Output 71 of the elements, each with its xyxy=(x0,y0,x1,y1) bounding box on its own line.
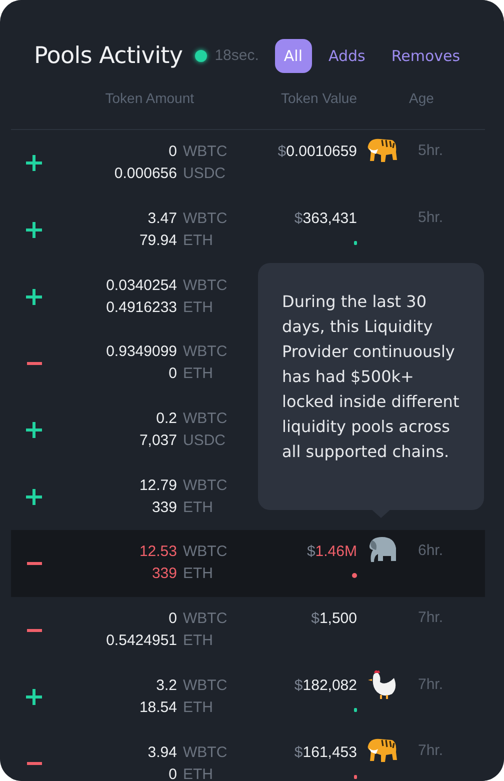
token-amount: 0 xyxy=(168,764,177,781)
token-symbol: ETH xyxy=(183,498,214,518)
token-amount: 3.2 xyxy=(155,676,177,696)
token-amount: 0.2 xyxy=(155,409,177,430)
minus-icon xyxy=(27,628,42,632)
column-header: Token Amount xyxy=(104,89,194,108)
token-amount: 0 xyxy=(168,364,177,384)
tooltip: During the last 30 days, this Liquidity Provider continuously has had $500k+ locked inside different liquidity pools across all supported chains. xyxy=(258,263,484,510)
token-symbol: WBTC xyxy=(183,142,228,162)
plus-icon xyxy=(25,688,43,706)
token-amount: 0.9349099 xyxy=(105,342,177,362)
token-symbol: WBTC xyxy=(183,276,228,296)
token-amount: 339 xyxy=(150,498,177,518)
plus-icon xyxy=(25,154,43,172)
token-symbol: WBTC xyxy=(183,742,228,763)
token-symbol: ETH xyxy=(183,631,214,652)
token-symbol: ETH xyxy=(183,364,214,384)
token-amount: 79.94 xyxy=(138,231,177,252)
token-value: $161,453 xyxy=(293,742,357,763)
token-amount: 12.53 xyxy=(138,542,177,562)
token-symbol: ETH xyxy=(183,231,214,252)
minus-icon xyxy=(27,762,42,766)
token-value: $0.0010659 xyxy=(276,142,357,162)
filter-tab[interactable]: Adds xyxy=(320,38,374,74)
token-symbol: WBTC xyxy=(183,342,228,362)
column-header: Age xyxy=(409,89,435,108)
plus-icon xyxy=(25,221,43,240)
age-text: 7hr. xyxy=(417,674,444,694)
token-amount: 0.4916233 xyxy=(105,298,177,318)
token-amount: 7,037 xyxy=(138,431,177,452)
token-value: $363,431 xyxy=(293,209,357,230)
token-amount: 3.94 xyxy=(146,742,177,763)
plus-icon xyxy=(25,288,43,306)
token-symbol: WBTC xyxy=(183,209,228,230)
token-amount: 18.54 xyxy=(138,698,177,718)
minus-icon xyxy=(27,362,42,365)
token-amount: 0.5424951 xyxy=(105,631,177,652)
update-time: 18sec. xyxy=(214,46,259,66)
plus-icon xyxy=(25,488,43,506)
token-symbol: USDC xyxy=(183,164,227,184)
age-text: 6hr. xyxy=(417,541,444,562)
token-value: $1.46M xyxy=(306,542,357,562)
token-amount: 0 xyxy=(168,609,177,630)
token-symbol: WBTC xyxy=(183,609,228,630)
token-amount: 0.0340254 xyxy=(105,276,177,296)
age-text: 7hr. xyxy=(417,608,444,628)
age-text: 7hr. xyxy=(417,741,444,762)
token-amount: 12.79 xyxy=(138,476,177,496)
plus-icon xyxy=(25,421,43,440)
column-header: Token Value xyxy=(280,89,357,108)
age-text: 5hr. xyxy=(417,141,444,161)
token-symbol: WBTC xyxy=(183,542,228,562)
token-value: $1,500 xyxy=(310,609,357,630)
token-amount: 3.47 xyxy=(146,209,177,230)
minus-icon xyxy=(27,562,42,565)
token-amount: 0.000656 xyxy=(113,164,177,184)
token-symbol: WBTC xyxy=(183,409,228,430)
token-symbol: ETH xyxy=(183,764,214,781)
token-amount: 339 xyxy=(150,564,177,584)
filter-tab[interactable]: Removes xyxy=(382,38,470,74)
token-symbol: WBTC xyxy=(183,476,228,496)
filter-tab[interactable]: All xyxy=(274,38,312,74)
token-symbol: USDC xyxy=(183,431,227,452)
age-text: 5hr. xyxy=(417,208,444,228)
panel-title: Pools Activity xyxy=(34,42,183,71)
token-symbol: ETH xyxy=(183,564,214,584)
token-amount: 0 xyxy=(168,142,177,162)
token-symbol: ETH xyxy=(183,298,214,318)
token-symbol: ETH xyxy=(183,698,214,718)
token-symbol: WBTC xyxy=(183,676,228,696)
token-value: $182,082 xyxy=(293,676,357,696)
